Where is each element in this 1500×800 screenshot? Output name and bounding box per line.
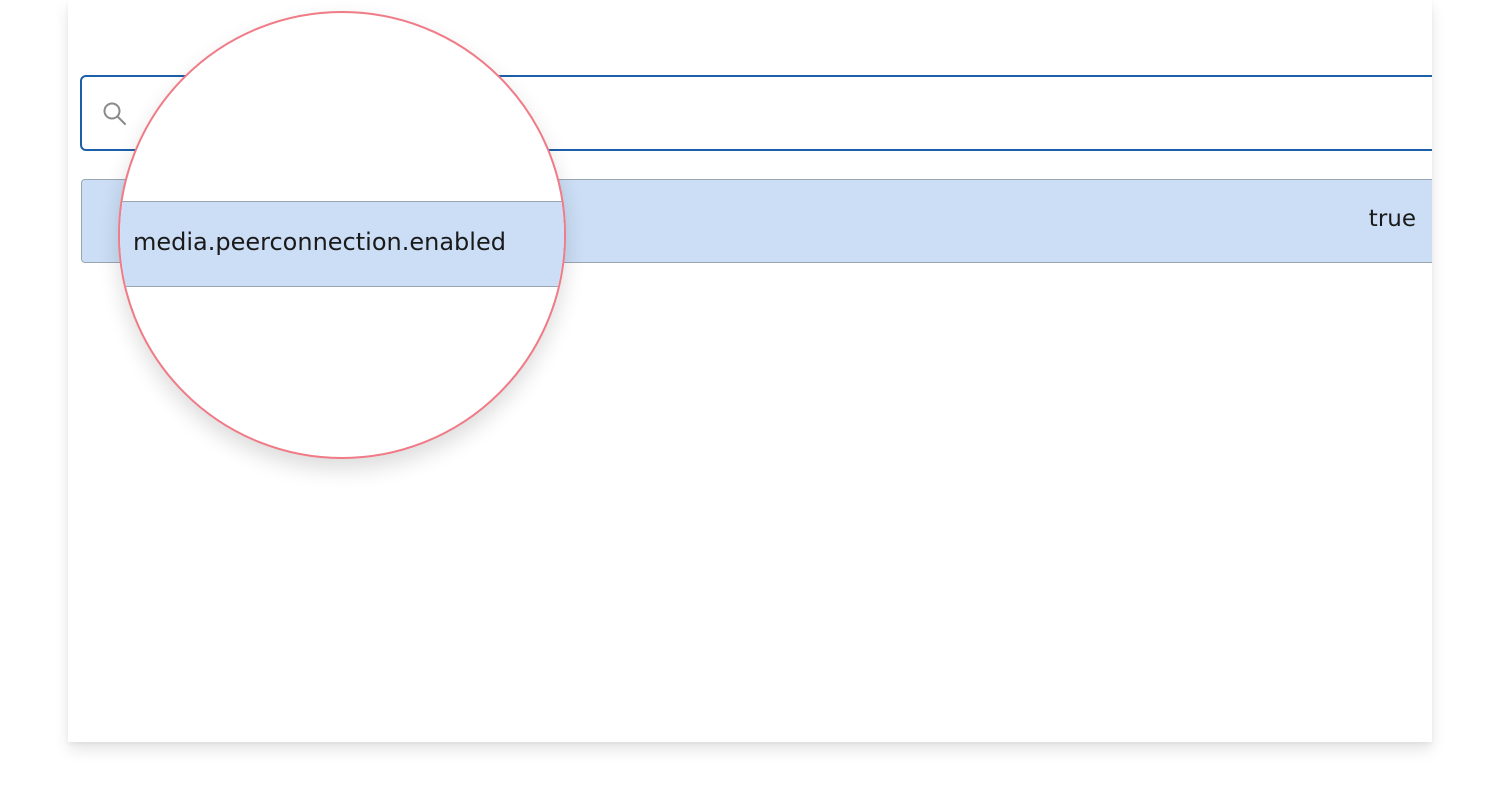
magnified-preference-row: media.peerconnection.enabled <box>120 201 564 287</box>
magnifier-callout: media.peerconnection.enabled <box>118 11 566 459</box>
preference-name: media.peerconnection.enabled <box>133 228 506 256</box>
preference-value: true <box>1368 206 1416 232</box>
search-icon <box>103 102 126 125</box>
